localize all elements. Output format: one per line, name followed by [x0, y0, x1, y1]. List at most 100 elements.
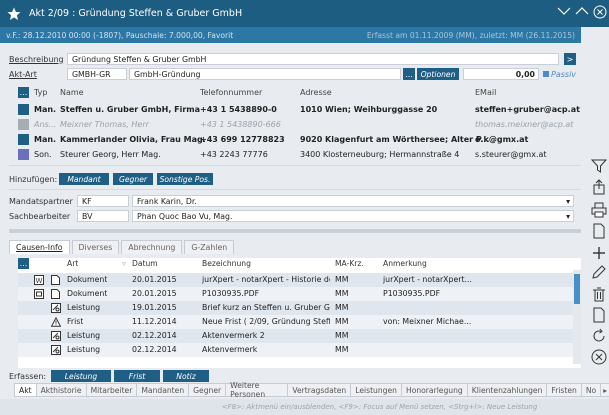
contact-mail: o.k@gmx.at: [475, 135, 529, 144]
contact-row[interactable]: Man. Kammerlander Olivia, Frau Mag. +43 …: [18, 132, 581, 147]
erfassen-label: Erfassen:: [9, 371, 47, 381]
table-row[interactable]: Leistung 02.12.2014 Aktenvermerk MM: [18, 343, 573, 357]
table-row[interactable]: Leistung 19.01.2015 Brief kurz an Steffe…: [18, 301, 573, 315]
hinzufuegen-row: Hinzufügen: Mandant Gegner Sonstige Pos.: [9, 172, 213, 186]
header-bez: Bezeichnung: [202, 259, 251, 268]
add-icon[interactable]: [591, 245, 607, 261]
btab-mandanten[interactable]: Mandanten: [136, 383, 190, 397]
sort-icon: ▿: [122, 259, 126, 268]
new-document-icon[interactable]: [591, 223, 607, 239]
filter-icon[interactable]: [591, 158, 607, 174]
btab-honorarlegung[interactable]: Honorarlegung: [400, 383, 468, 397]
btab-vertragsdaten[interactable]: Vertragsdaten: [287, 383, 352, 397]
add-gegner-button[interactable]: Gegner: [113, 173, 153, 185]
mandatspartner-select[interactable]: Frank Karin, Dr. ▾: [132, 195, 574, 207]
tab-scroll-icon[interactable]: ▸: [600, 383, 609, 397]
tab-abrechnung[interactable]: Abrechnung: [121, 240, 183, 254]
row-art: Dokument: [67, 275, 108, 284]
trash-icon[interactable]: [591, 286, 607, 302]
aktart-code-input[interactable]: GMBH-GR: [67, 68, 127, 80]
contact-row[interactable]: Son. Steurer Georg, Herr Mag. +43 2243 7…: [18, 147, 581, 162]
grid-menu-button[interactable]: ...: [18, 258, 29, 269]
new-frist-button[interactable]: Frist: [114, 370, 160, 382]
contact-tel: +43 699 12778823: [200, 135, 285, 144]
scrollbar-thumb[interactable]: [574, 274, 580, 304]
new-notiz-button[interactable]: Notiz: [163, 370, 209, 382]
document-icon[interactable]: [591, 307, 607, 323]
contact-color-swatch: [18, 104, 29, 115]
causen-grid: ... Art ▿ Datum Bezeichnung MA-Krz. Anme…: [18, 258, 581, 368]
table-row[interactable]: W Dokument 20.01.2015 jurXpert - notarXp…: [18, 273, 573, 287]
erfassen-row: Erfassen: Leistung Frist Notiz: [9, 369, 209, 383]
contact-addr: 1010 Wien; Weihburggasse 20: [300, 105, 438, 114]
btab-akt[interactable]: Akt: [14, 383, 37, 397]
contact-row[interactable]: Ans... Meixner Thomas, Herr +43 1 543889…: [18, 117, 581, 132]
table-row[interactable]: Leistung 02.12.2014 Aktenvermerk 2 MM: [18, 329, 573, 343]
beschreibung-go-button[interactable]: >: [564, 53, 576, 65]
edit-pencil-icon[interactable]: [591, 264, 607, 280]
refresh-icon[interactable]: [591, 328, 607, 344]
contacts-menu-button[interactable]: ...: [18, 86, 29, 98]
table-row[interactable]: Dokument 20.01.2015 P1030935.PDF MM P103…: [18, 287, 573, 301]
aktart-label: Akt-Art: [9, 69, 37, 79]
add-sonstige-button[interactable]: Sonstige Pos.: [157, 173, 213, 185]
info-bar: v.F.: 28.12.2010 00:00 (-1807), Pauschal…: [0, 27, 581, 43]
info-left: v.F.: 28.12.2010 00:00 (-1807), Pauschal…: [6, 30, 234, 40]
detail-tabs: Causen-Info Diverses Abrechnung G-Zahlen: [9, 240, 235, 254]
favorite-star-icon[interactable]: [7, 7, 21, 21]
contact-color-swatch: [18, 134, 29, 145]
export-icon[interactable]: [591, 179, 607, 195]
document-icon: [51, 289, 60, 299]
svg-text:W: W: [36, 277, 43, 285]
mandatspartner-code-input[interactable]: KF: [77, 195, 129, 207]
chevron-up-icon[interactable]: [575, 5, 589, 17]
btab-akthistorie[interactable]: Akthistorie: [35, 383, 87, 397]
print-icon[interactable]: [591, 202, 607, 218]
aktart-input[interactable]: GmbH-Gründung: [129, 68, 401, 80]
header-typ: Typ: [34, 87, 48, 97]
contact-mail: s.steurer@gmx.at: [475, 150, 547, 159]
contacts-header: ... Typ Name Telefonnummer Adresse EMail: [18, 86, 581, 98]
beschreibung-input[interactable]: Gründung Steffen & Gruber GmbH: [67, 53, 559, 65]
optionen-button[interactable]: Optionen: [417, 68, 459, 80]
row-ma: MM: [335, 317, 349, 326]
row-ma: MM: [335, 289, 349, 298]
btab-notizen[interactable]: No: [580, 383, 602, 397]
warning-icon: [51, 317, 61, 327]
btab-mitarbeiter[interactable]: Mitarbeiter: [85, 383, 138, 397]
chevron-down-icon[interactable]: [557, 5, 571, 17]
row-ma: MM: [335, 275, 349, 284]
tab-g-zahlen[interactable]: G-Zahlen: [184, 240, 235, 254]
aktart-row: Akt-Art GMBH-GR GmbH-Gründung ... Option…: [9, 67, 576, 81]
btab-gegner[interactable]: Gegner: [188, 383, 227, 397]
grid-scrollbar[interactable]: [573, 270, 581, 364]
amount-field[interactable]: 0,00: [463, 68, 539, 80]
contact-name: Steurer Georg, Herr Mag.: [60, 150, 161, 159]
row-art: Frist: [67, 317, 84, 326]
btab-klientenzahlungen[interactable]: Klientenzahlungen: [466, 383, 548, 397]
table-row[interactable]: Frist 11.12.2014 Neue Frist ( 2/09, Grün…: [18, 315, 573, 329]
bottom-tabs: Akt Akthistorie Mitarbeiter Mandanten Ge…: [14, 381, 609, 399]
aktart-lookup-button[interactable]: ...: [403, 68, 415, 80]
tab-diverses[interactable]: Diverses: [71, 240, 120, 254]
new-leistung-button[interactable]: Leistung: [51, 370, 111, 382]
contact-name: Kammerlander Olivia, Frau Mag.: [60, 135, 206, 144]
tab-causen-info[interactable]: Causen-Info: [9, 240, 70, 254]
header-addr: Adresse: [300, 87, 332, 97]
sachbearbeiter-select[interactable]: Phan Quoc Bao Vu, Mag. ▾: [132, 210, 574, 222]
btab-leistungen[interactable]: Leistungen: [350, 383, 402, 397]
btab-fristen[interactable]: Fristen: [546, 383, 582, 397]
btab-weitere-personen[interactable]: Weitere Personen: [225, 381, 289, 399]
close-icon[interactable]: [593, 5, 607, 19]
add-mandant-button[interactable]: Mandant: [59, 173, 109, 185]
sachbearbeiter-code-input[interactable]: BV: [77, 210, 129, 222]
passiv-checkbox[interactable]: [543, 71, 549, 77]
splitter[interactable]: [9, 229, 581, 233]
row-datum: 20.01.2015: [132, 289, 177, 298]
row-bez: Aktenvermerk 2: [202, 331, 265, 340]
passiv-label: Passiv: [551, 69, 577, 79]
document-icon: [51, 275, 60, 285]
header-name: Name: [60, 87, 84, 97]
contact-row[interactable]: Man. Steffen u. Gruber GmbH, Firma +43 1…: [18, 102, 581, 117]
close-circle-icon[interactable]: [591, 349, 607, 365]
